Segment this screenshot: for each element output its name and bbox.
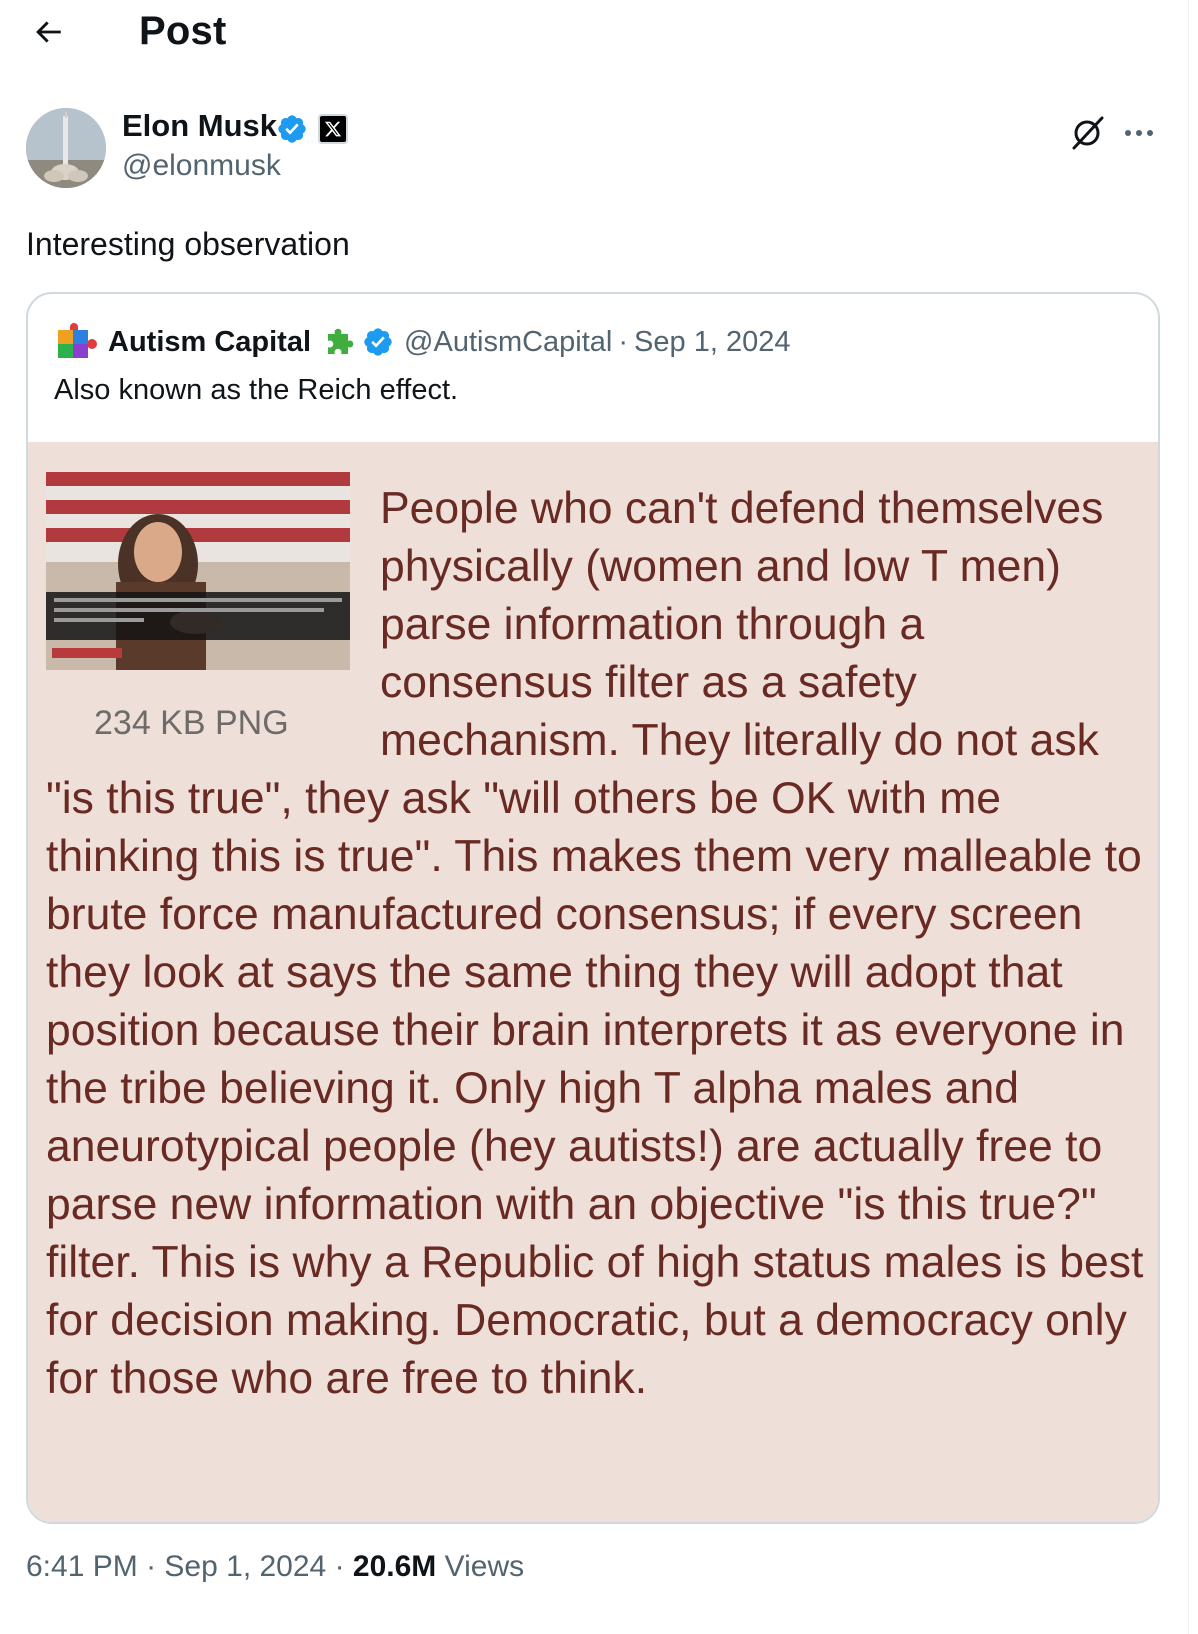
verified-badge-icon xyxy=(278,115,306,143)
rocket-launch-avatar xyxy=(26,108,106,188)
page-title: Post xyxy=(139,9,227,53)
verified-badge-icon xyxy=(364,328,392,356)
post-meta: 6:41 PM · Sep 1, 2024 · 20.6M Views xyxy=(26,1550,524,1584)
column-divider xyxy=(1188,0,1189,1634)
separator-dot: · xyxy=(334,1550,345,1583)
thumbnail-spacer xyxy=(46,480,380,770)
separator-dot: · xyxy=(618,325,629,358)
grok-button[interactable] xyxy=(1066,112,1108,154)
more-button[interactable] xyxy=(1118,112,1160,154)
views-count[interactable]: 20.6M xyxy=(353,1550,436,1583)
post-text: Interesting observation xyxy=(26,226,350,262)
separator-dot: · xyxy=(146,1550,157,1583)
post-page: Post Elon Musk @elonmusk Interesting obs… xyxy=(0,0,1198,1634)
quote-author-name[interactable]: Autism Capital xyxy=(108,326,311,359)
post-time[interactable]: 6:41 PM xyxy=(26,1550,138,1583)
author-handle[interactable]: @elonmusk xyxy=(122,149,281,183)
quoted-post[interactable]: Autism Capital @AutismCapital · Sep 1, 2… xyxy=(26,292,1160,1524)
more-horizontal-icon xyxy=(1125,130,1153,136)
x-logo-icon xyxy=(318,114,348,144)
arrow-left-icon xyxy=(36,21,61,43)
author-name[interactable]: Elon Musk xyxy=(122,108,277,144)
top-bar: Post xyxy=(0,0,1188,66)
views-label: Views xyxy=(444,1550,525,1583)
back-button[interactable] xyxy=(26,10,70,54)
puzzle-avatar-icon[interactable] xyxy=(54,322,100,362)
image-text-block: People who can't defend themselves physi… xyxy=(46,480,1146,1408)
quote-author-handle[interactable]: @AutismCapital xyxy=(404,326,612,359)
quote-date[interactable]: Sep 1, 2024 xyxy=(634,326,790,359)
quote-text: Also known as the Reich effect. xyxy=(54,374,459,406)
grok-icon xyxy=(1072,116,1104,150)
quote-header: Autism Capital @AutismCapital · Sep 1, 2… xyxy=(54,322,790,362)
post-date[interactable]: Sep 1, 2024 xyxy=(164,1550,326,1583)
puzzle-piece-icon xyxy=(328,328,354,354)
avatar[interactable] xyxy=(26,108,106,188)
quoted-image[interactable]: 234 KB PNG People who can't defend thems… xyxy=(28,442,1158,1522)
